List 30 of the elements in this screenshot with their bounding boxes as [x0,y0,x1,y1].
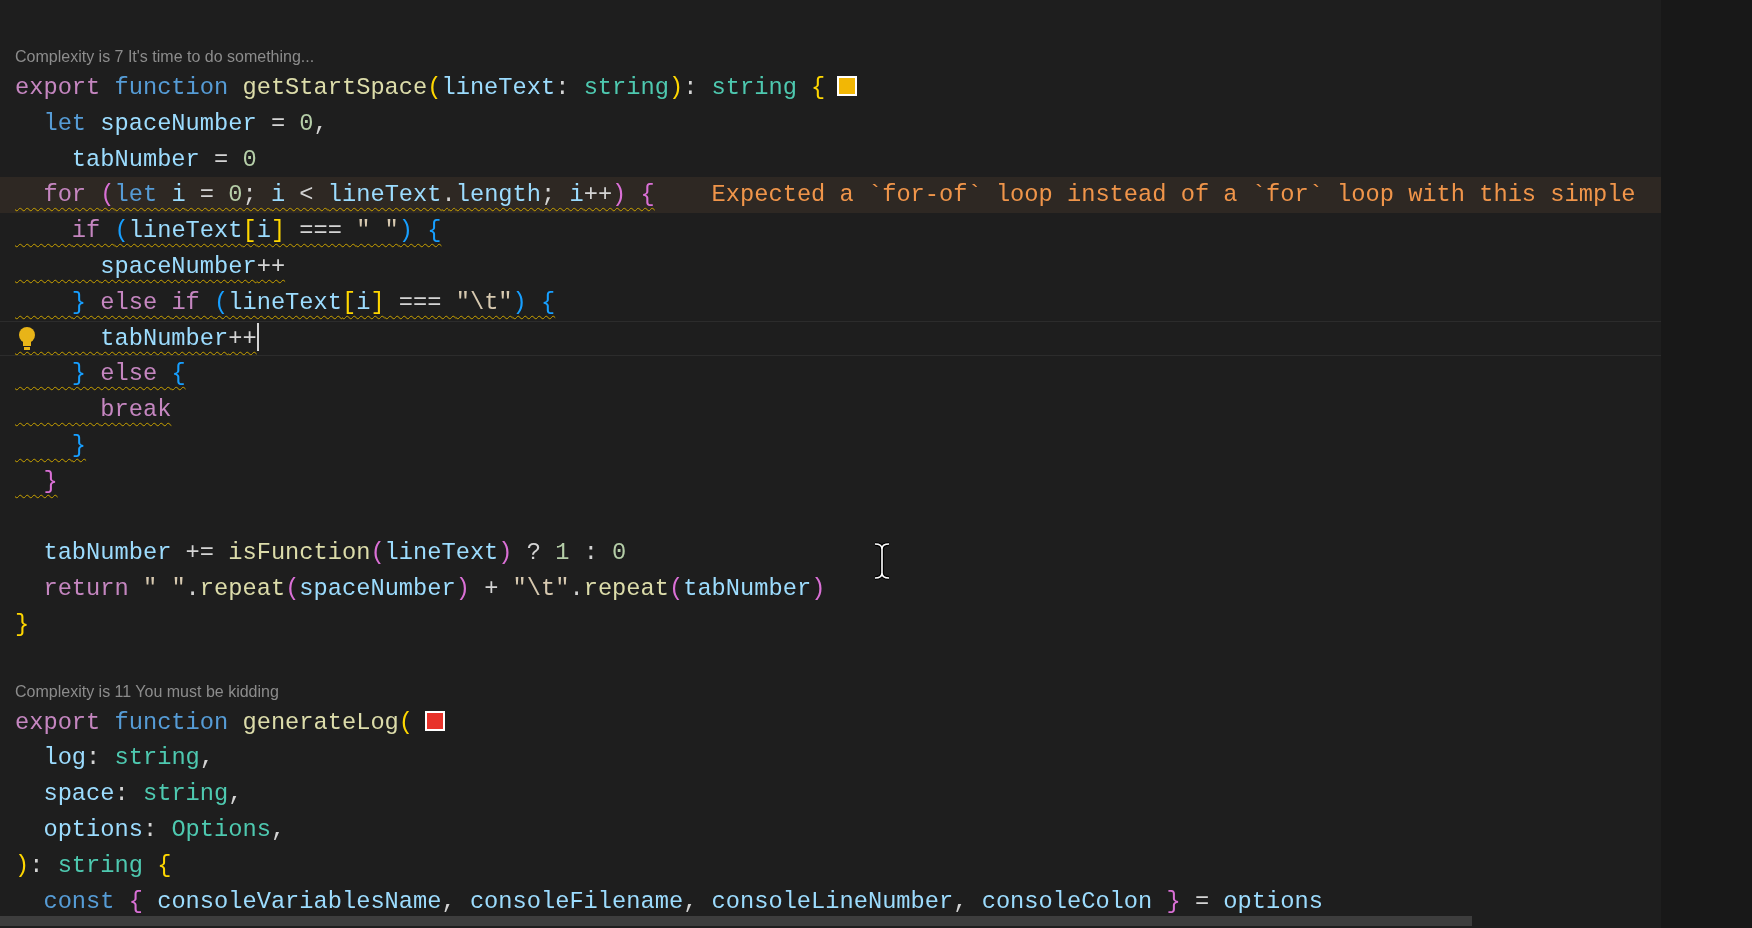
horizontal-scrollbar[interactable] [0,916,1472,926]
color-swatch[interactable] [837,76,858,96]
code-line: for (let i = 0; i < lineText.length; i++) { [43,181,655,209]
code-line: options: Options, [43,815,286,843]
color-swatch[interactable] [425,710,446,731]
lint-message: Expected a `for-of` loop instead of a `for` loop with this simple [711,181,1636,209]
code-line: } [15,610,30,638]
complexity-annotation[interactable]: Complexity is 7 It's time to do something... [0,44,1661,70]
code-line: space: string, [43,780,243,808]
code-line: ): string { [15,851,172,879]
code-line: break [100,396,172,424]
code-line: return " ".repeat(spaceNumber) + "\t".repeat(tabNumber) [43,575,826,603]
text-cursor-icon [873,542,891,580]
code-line: tabNumber += isFunction(lineText) ? 1 : 0 [43,539,627,567]
code-line: let spaceNumber = 0, [43,109,328,137]
code-line: } [43,467,58,495]
code-line: if (lineText[i] === " ") { [71,217,442,245]
code-line: const { consoleVariablesName, consoleFilename, consoleLineNumber, consoleColon } = options [43,887,1323,915]
code-line: spaceNumber++ [100,253,286,280]
code-line: } else { [71,360,186,388]
lightbulb-icon[interactable] [18,326,36,351]
code-line: tabNumber = 0 [71,145,257,173]
code-line: } [71,431,87,459]
text-caret [256,322,259,351]
code-line: export function generateLog( [15,708,414,736]
complexity-annotation[interactable]: Complexity is 11 You must be kidding [0,678,1661,705]
code-line: log: string, [43,744,215,772]
code-line: export function getStartSpace(lineText: string): string { [15,74,826,101]
code-line: tabNumber++ [100,324,257,352]
code-line: } else if (lineText[i] === "\t") { [71,288,556,316]
